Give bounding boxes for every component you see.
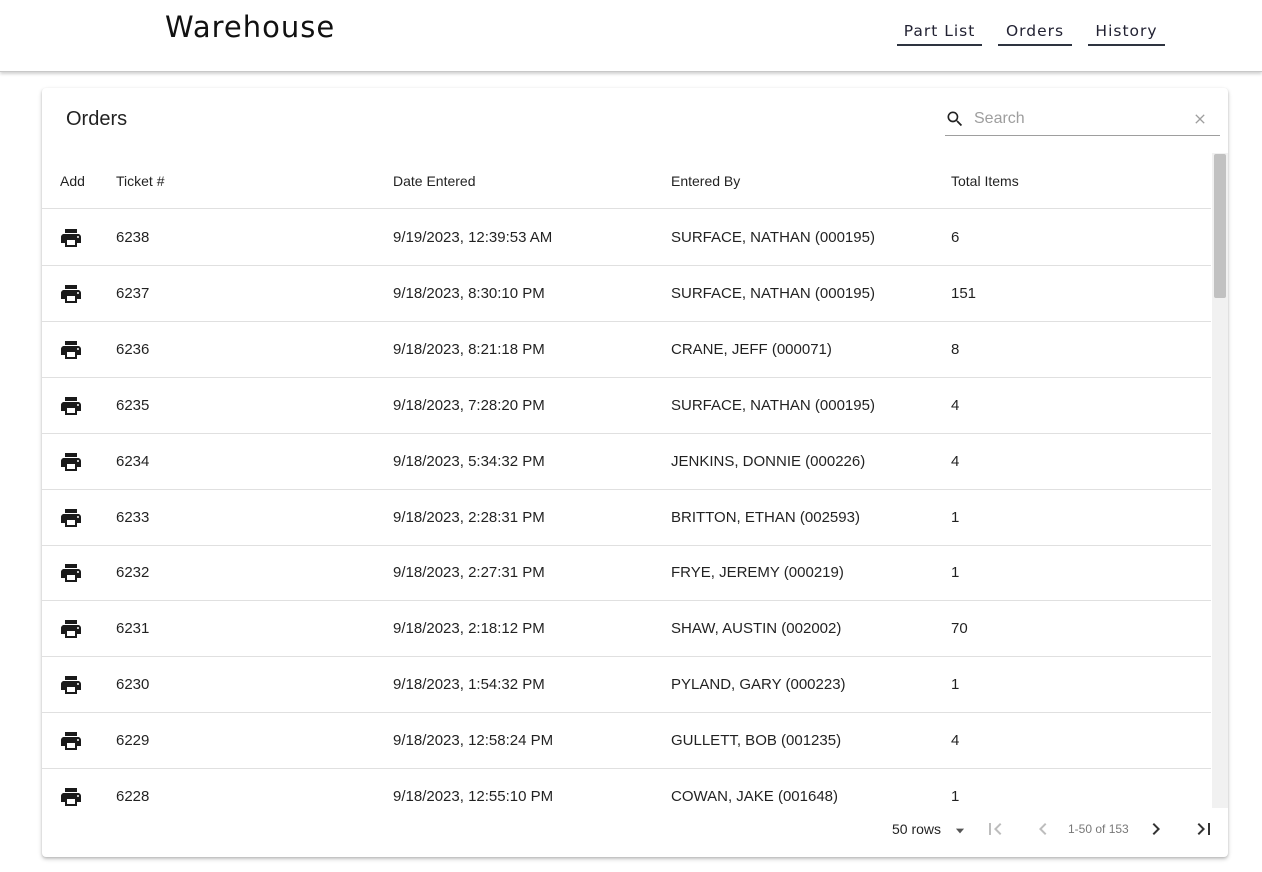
nav-link-part-list[interactable]: Part List — [897, 20, 982, 46]
chevron-left-icon[interactable] — [1031, 817, 1055, 841]
nav-link-history[interactable]: History — [1088, 20, 1165, 46]
table-row[interactable]: 6234 9/18/2023, 5:34:32 PM JENKINS, DONNIE… — [42, 434, 1211, 490]
print-icon[interactable] — [59, 394, 83, 418]
total-items: 151 — [951, 284, 977, 302]
date-entered: 9/18/2023, 12:55:10 PM — [393, 788, 554, 805]
ticket-number: 6238 — [116, 229, 150, 246]
table-row[interactable]: 6235 9/18/2023, 7:28:20 PM SURFACE, NATHAN… — [42, 378, 1211, 434]
column-header-total-items[interactable]: Total Items — [951, 173, 1019, 189]
search-icon — [947, 111, 963, 127]
date-entered: 9/18/2023, 8:21:18 PM — [393, 340, 545, 358]
table-row[interactable]: 6237 9/18/2023, 8:30:10 PM SURFACE, NATHAN… — [42, 266, 1211, 322]
date-entered: 9/18/2023, 7:28:20 PM — [393, 396, 545, 414]
entered-by: PYLAND, GARY (000223) — [671, 676, 846, 694]
last-page-icon[interactable] — [1192, 817, 1216, 841]
total-items: 1 — [951, 676, 960, 694]
date-entered: 9/18/2023, 1:54:32 PM — [393, 676, 545, 694]
ticket-number: 6233 — [116, 508, 150, 526]
rows-per-page-select[interactable]: 50 rows — [892, 821, 941, 837]
search-input[interactable] — [974, 107, 1184, 131]
entered-by: SHAW, AUSTIN (002002) — [671, 620, 842, 638]
orders-card: Orders Add Ticket # Date Entered Entered… — [42, 88, 1228, 857]
table-row[interactable]: 6238 9/19/2023, 12:39:53 AM SURFACE, NATHA… — [42, 210, 1211, 266]
table-row[interactable]: 6231 9/18/2023, 2:18:12 PM SHAW, AUSTIN (0… — [42, 601, 1211, 658]
entered-by: COWAN, JAKE (001648) — [671, 788, 838, 805]
ticket-number: 6228 — [116, 788, 150, 805]
date-entered: 9/18/2023, 2:27:31 PM — [393, 564, 545, 582]
chevron-right-icon[interactable] — [1144, 817, 1168, 841]
entered-by: SURFACE, NATHAN (000195) — [671, 396, 875, 414]
vertical-scrollbar[interactable] — [1212, 153, 1228, 808]
first-page-icon[interactable] — [983, 817, 1007, 841]
date-entered: 9/18/2023, 8:30:10 PM — [393, 284, 545, 302]
entered-by: SURFACE, NATHAN (000195) — [671, 284, 875, 302]
table-row[interactable]: 6230 9/18/2023, 1:54:32 PM PYLAND, GARY (0… — [42, 657, 1211, 714]
total-items: 70 — [951, 620, 968, 638]
total-items: 6 — [951, 229, 960, 246]
scroll-thumb[interactable] — [1214, 154, 1226, 298]
app-title: Warehouse — [165, 10, 336, 44]
arrow-drop-down-icon[interactable] — [953, 824, 967, 838]
total-items: 4 — [951, 396, 960, 414]
column-header-ticket[interactable]: Ticket # — [116, 173, 165, 189]
pagination: 50 rows 1-50 of 153 — [42, 808, 1228, 857]
table-row[interactable]: 6229 9/18/2023, 12:58:24 PM GULLETT, BOB (… — [42, 713, 1211, 770]
date-entered: 9/19/2023, 12:39:53 AM — [393, 229, 553, 246]
ticket-number: 6235 — [116, 396, 150, 414]
entered-by: JENKINS, DONNIE (000226) — [671, 452, 866, 470]
print-icon[interactable] — [59, 338, 83, 362]
print-icon[interactable] — [59, 617, 83, 641]
print-icon[interactable] — [59, 785, 83, 808]
nav-link-orders[interactable]: Orders — [998, 20, 1072, 46]
ticket-number: 6231 — [116, 620, 150, 638]
entered-by: FRYE, JEREMY (000219) — [671, 564, 844, 582]
date-entered: 9/18/2023, 2:28:31 PM — [393, 508, 545, 526]
entered-by: GULLETT, BOB (001235) — [671, 732, 842, 750]
ticket-number: 6234 — [116, 452, 150, 470]
close-icon[interactable] — [1192, 111, 1208, 127]
date-entered: 9/18/2023, 5:34:32 PM — [393, 452, 545, 470]
entered-by: CRANE, JEFF (000071) — [671, 340, 832, 358]
search-box — [945, 105, 1220, 136]
print-icon[interactable] — [59, 673, 83, 697]
print-icon[interactable] — [59, 450, 83, 474]
app-bar: Warehouse Part List Orders History — [0, 0, 1262, 72]
ticket-number: 6237 — [116, 284, 150, 302]
print-icon[interactable] — [59, 282, 83, 306]
ticket-number: 6236 — [116, 340, 150, 358]
total-items: 4 — [951, 452, 960, 470]
total-items: 1 — [951, 508, 960, 526]
table-row[interactable]: 6232 9/18/2023, 2:27:31 PM FRYE, JEREMY (0… — [42, 545, 1211, 602]
print-icon[interactable] — [59, 561, 83, 585]
ticket-number: 6229 — [116, 732, 150, 750]
column-header-entered-by[interactable]: Entered By — [671, 173, 740, 189]
date-entered: 9/18/2023, 2:18:12 PM — [393, 620, 545, 638]
total-items: 1 — [951, 564, 960, 582]
ticket-number: 6230 — [116, 676, 150, 694]
table-row[interactable]: 6236 9/18/2023, 8:21:18 PM CRANE, JEFF (00… — [42, 322, 1211, 378]
date-entered: 9/18/2023, 12:58:24 PM — [393, 732, 554, 750]
total-items: 1 — [951, 788, 960, 805]
entered-by: SURFACE, NATHAN (000195) — [671, 229, 875, 246]
column-header-add: Add — [60, 173, 85, 189]
page-range: 1-50 of 153 — [1068, 822, 1129, 836]
column-header-date-entered[interactable]: Date Entered — [393, 173, 476, 189]
ticket-number: 6232 — [116, 564, 150, 582]
total-items: 4 — [951, 732, 960, 750]
table-row[interactable]: 6233 9/18/2023, 2:28:31 PM BRITTON, ETHAN … — [42, 490, 1211, 546]
page-title: Orders — [66, 108, 128, 130]
total-items: 8 — [951, 340, 960, 358]
entered-by: BRITTON, ETHAN (002593) — [671, 508, 860, 526]
print-icon[interactable] — [59, 729, 83, 753]
table-header: Add Ticket # Date Entered Entered By Tot… — [42, 153, 1211, 209]
table-row[interactable]: 6228 9/18/2023, 12:55:10 PM COWAN, JAKE (0… — [42, 769, 1211, 808]
print-icon[interactable] — [59, 226, 83, 250]
print-icon[interactable] — [59, 506, 83, 530]
orders-table: Add Ticket # Date Entered Entered By Tot… — [42, 153, 1211, 808]
